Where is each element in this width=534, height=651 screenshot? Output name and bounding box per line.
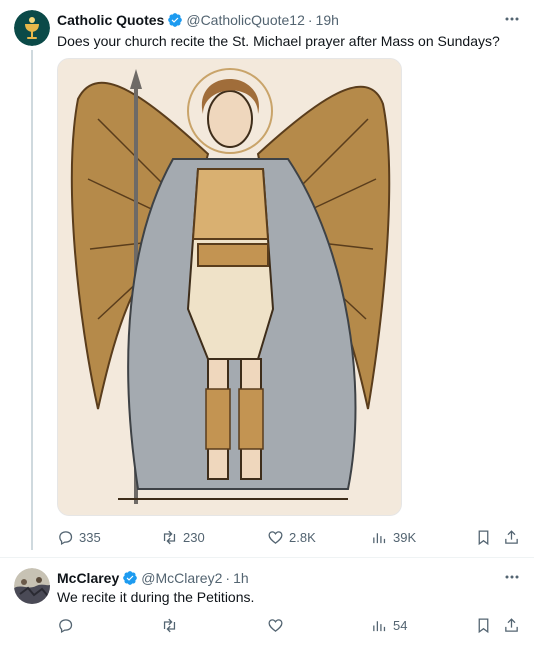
repost-button[interactable]: 230 bbox=[161, 527, 205, 547]
bookmark-icon bbox=[478, 617, 489, 633]
more-options-button[interactable] bbox=[504, 11, 520, 27]
reply-header-separator: · bbox=[225, 570, 231, 586]
repost-count: 230 bbox=[183, 529, 205, 545]
verified-badge-icon bbox=[123, 571, 138, 585]
reply-button[interactable]: 335 bbox=[57, 527, 101, 547]
tweet-text: Does your church recite the St. Michael … bbox=[57, 33, 500, 49]
bar-chart-icon bbox=[373, 620, 386, 631]
reply-header: McClarey @McClarey2 · 1h bbox=[57, 569, 249, 587]
thread-line bbox=[31, 50, 33, 550]
views-button[interactable]: 39K bbox=[371, 527, 416, 547]
bookmark-icon bbox=[478, 529, 489, 545]
avatar-catholic-quotes[interactable] bbox=[14, 10, 50, 46]
bar-chart-icon bbox=[373, 532, 386, 543]
reply-view-count: 54 bbox=[393, 617, 408, 633]
heart-icon bbox=[268, 618, 283, 632]
reply-author-handle[interactable]: @McClarey2 bbox=[141, 570, 222, 586]
header-separator: · bbox=[307, 12, 313, 28]
chalice-icon bbox=[14, 10, 50, 46]
verified-badge-icon bbox=[168, 13, 183, 27]
tweet-header: Catholic Quotes @CatholicQuote12 · 19h bbox=[57, 11, 339, 29]
like-count: 2.8K bbox=[289, 529, 316, 545]
tweet-actions: 335 230 2.8K 39K bbox=[57, 527, 519, 547]
reply-icon bbox=[59, 530, 73, 545]
tweet-main[interactable]: Catholic Quotes @CatholicQuote12 · 19h D… bbox=[0, 0, 534, 558]
reply-reply-button[interactable] bbox=[57, 615, 74, 635]
repost-icon bbox=[163, 530, 176, 544]
reply-author-name[interactable]: McClarey bbox=[57, 570, 119, 586]
reply-views-button[interactable]: 54 bbox=[371, 615, 407, 635]
reply-repost-button[interactable] bbox=[161, 615, 178, 635]
more-horizontal-icon bbox=[505, 17, 519, 21]
timestamp[interactable]: 19h bbox=[316, 12, 339, 28]
like-button[interactable]: 2.8K bbox=[267, 527, 316, 547]
battle-painting-icon bbox=[14, 568, 50, 604]
archangel-illustration bbox=[58, 59, 401, 515]
reply-count: 335 bbox=[79, 529, 101, 545]
heart-icon bbox=[268, 530, 283, 544]
share-icon bbox=[505, 617, 518, 632]
bookmark-button[interactable] bbox=[475, 527, 492, 547]
share-button[interactable] bbox=[503, 527, 520, 547]
more-horizontal-icon bbox=[505, 575, 519, 579]
avatar-mcclarey[interactable] bbox=[14, 568, 50, 604]
reply-actions: 54 bbox=[57, 615, 519, 635]
repost-icon bbox=[163, 618, 176, 632]
reply-more-options-button[interactable] bbox=[504, 569, 520, 585]
reply-bookmark-button[interactable] bbox=[475, 615, 492, 635]
tweet-image-archangel-michael[interactable] bbox=[57, 58, 402, 516]
reply-icon bbox=[59, 618, 73, 633]
view-count: 39K bbox=[393, 529, 417, 545]
author-handle[interactable]: @CatholicQuote12 bbox=[186, 12, 305, 28]
reply-timestamp[interactable]: 1h bbox=[233, 570, 249, 586]
reply-text: We recite it during the Petitions. bbox=[57, 589, 255, 605]
author-name[interactable]: Catholic Quotes bbox=[57, 12, 164, 28]
reply-share-button[interactable] bbox=[503, 615, 520, 635]
share-icon bbox=[505, 529, 518, 544]
tweet-reply[interactable]: McClarey @McClarey2 · 1h We recite it du… bbox=[0, 558, 534, 651]
reply-like-button[interactable] bbox=[267, 615, 284, 635]
